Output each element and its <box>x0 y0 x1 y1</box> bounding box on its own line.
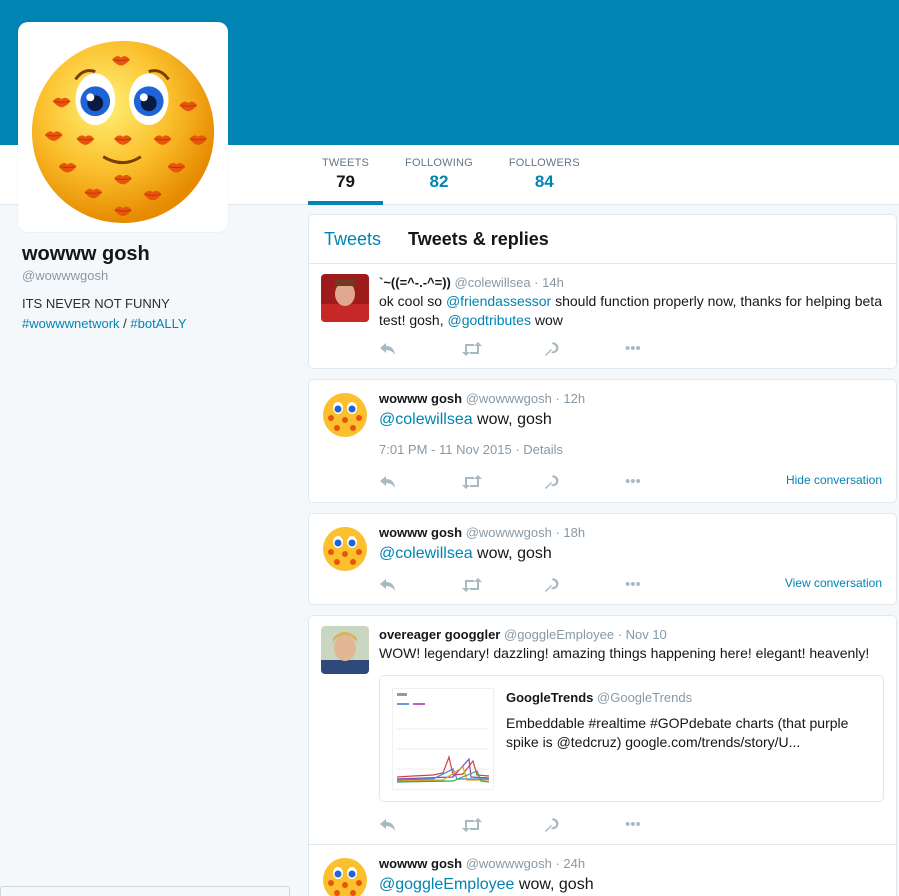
tweet-avatar[interactable] <box>321 524 369 572</box>
retweet-icon[interactable] <box>461 818 543 832</box>
more-icon[interactable]: ••• <box>625 338 707 360</box>
trend-chart-icon <box>396 693 490 783</box>
stat-value: 79 <box>336 172 355 191</box>
more-icon[interactable]: ••• <box>625 471 707 493</box>
tweet-text: WOW! legendary! dazzling! amazing things… <box>379 645 870 661</box>
tweet-actions: ••• View conversation <box>379 574 882 596</box>
bio-hashtag-wowwwnetwork[interactable]: #wowwwnetwork <box>22 316 120 331</box>
tweet-author-name[interactable]: wowww gosh <box>379 856 462 871</box>
tweet-avatar[interactable] <box>321 626 369 674</box>
trends-chart-thumbnail <box>392 688 494 790</box>
hide-conversation-link[interactable]: Hide conversation <box>786 473 882 487</box>
mention-link[interactable]: @goggleEmployee <box>379 876 514 893</box>
kiss-emoji-icon <box>31 40 215 224</box>
tweet-text: ok cool so @friendassessor should functi… <box>379 292 882 330</box>
reply-icon[interactable] <box>379 475 461 489</box>
tweet-author-name[interactable]: wowww gosh <box>379 525 462 540</box>
retweet-icon[interactable] <box>461 578 543 592</box>
tweet-avatar[interactable] <box>321 855 369 896</box>
tweet-text-part: wow, gosh <box>472 411 552 428</box>
retweet-icon[interactable] <box>461 342 543 356</box>
tweet-handle-time[interactable]: @colewillsea · 14h <box>455 275 564 290</box>
sickle-icon[interactable] <box>543 341 625 357</box>
stat-following[interactable]: FOLLOWING 82 <box>391 145 487 205</box>
embed-author-handle[interactable]: @GoogleTrends <box>597 690 692 705</box>
timeline: Tweets Tweets & replies `~((=^-.-^=)) @c… <box>308 214 897 896</box>
tweet-text: @colewillsea wow, gosh <box>379 408 882 432</box>
sickle-icon[interactable] <box>543 474 625 490</box>
embedded-tweet-card[interactable]: GoogleTrends @GoogleTrends Embeddable #r… <box>379 675 884 802</box>
more-icon[interactable]: ••• <box>625 814 707 836</box>
tweet-avatar[interactable] <box>321 274 369 322</box>
reply-icon[interactable] <box>379 818 461 832</box>
stat-label: FOLLOWING <box>405 157 473 169</box>
tweet-text-part: ok cool so <box>379 293 446 309</box>
mention-link[interactable]: @godtributes <box>447 312 530 328</box>
bio-separator: / <box>119 316 131 331</box>
bio-hashtag-botally[interactable]: #botALLY <box>130 316 186 331</box>
profile-avatar[interactable] <box>18 22 228 232</box>
more-icon[interactable]: ••• <box>625 574 707 596</box>
stat-label: FOLLOWERS <box>508 157 580 169</box>
tweet[interactable]: wowww gosh @wowwwgosh · 18h @colewillsea… <box>308 513 897 605</box>
tweet[interactable]: wowww gosh @wowwwgosh · 24h @goggleEmplo… <box>308 845 897 896</box>
view-conversation-link[interactable]: View conversation <box>785 576 882 590</box>
reply-icon[interactable] <box>379 578 461 592</box>
tab-tweets[interactable]: Tweets <box>324 229 381 250</box>
stat-value: 82 <box>429 172 449 191</box>
tweet-author-name[interactable]: wowww gosh <box>379 391 462 406</box>
timeline-tabs: Tweets Tweets & replies <box>308 214 897 263</box>
tweet-timestamp[interactable]: 7:01 PM - 11 Nov 2015 · Details <box>379 442 882 457</box>
bio-text: ITS NEVER NOT FUNNY <box>22 296 170 311</box>
embed-description: Embeddable #realtime #GOPdebate charts (… <box>506 715 849 750</box>
tweet[interactable]: `~((=^-.-^=)) @colewillsea · 14h ok cool… <box>308 263 897 369</box>
stat-tweets[interactable]: TWEETS 79 <box>308 145 384 205</box>
user-photo-icon <box>321 274 369 322</box>
tweet-handle-time[interactable]: @wowwwgosh · 24h <box>466 856 585 871</box>
sickle-icon[interactable] <box>543 577 625 593</box>
tweet-author-name[interactable]: `~((=^-.-^=)) <box>379 275 451 290</box>
sickle-icon[interactable] <box>543 817 625 833</box>
tweet-text-part: wow, gosh <box>514 876 594 893</box>
stat-value: 84 <box>534 172 554 191</box>
profile-bio: ITS NEVER NOT FUNNY #wowwwnetwork / #bot… <box>22 294 282 334</box>
tweet-actions: ••• <box>379 814 882 836</box>
tweet-author-name[interactable]: overeager googgler <box>379 627 500 642</box>
tweet-handle-time[interactable]: @goggleEmployee · Nov 10 <box>504 627 667 642</box>
tweet-text-part: wow <box>530 312 563 328</box>
mention-link[interactable]: @friendassessor <box>446 293 551 309</box>
tweet-text-part: wow, gosh <box>472 545 552 562</box>
user-photo-icon <box>321 626 369 674</box>
tweet[interactable]: overeager googgler @goggleEmployee · Nov… <box>308 615 897 845</box>
stat-followers[interactable]: FOLLOWERS 84 <box>495 145 594 205</box>
tab-tweets-replies[interactable]: Tweets & replies <box>408 229 549 250</box>
retweet-icon[interactable] <box>461 475 543 489</box>
tweet-actions: ••• <box>379 338 882 360</box>
stat-label: TWEETS <box>322 157 370 169</box>
tweet-avatar[interactable] <box>321 390 369 438</box>
embed-author-name[interactable]: GoogleTrends <box>506 690 593 705</box>
profile-stats: TWEETS 79 FOLLOWING 82 FOLLOWERS 84 <box>308 145 602 205</box>
tweet-text: @colewillsea wow, gosh <box>379 542 882 566</box>
profile-handle: @wowwwgosh <box>22 268 109 283</box>
profile-name: wowww gosh <box>22 243 150 265</box>
tweet-actions: ••• Hide conversation <box>379 471 882 493</box>
tweet-text: @goggleEmployee wow, gosh <box>379 873 882 896</box>
tweet-handle-time[interactable]: @wowwwgosh · 12h <box>466 391 585 406</box>
kiss-emoji-icon <box>323 858 367 896</box>
tweet-handle-time[interactable]: @wowwwgosh · 18h <box>466 525 585 540</box>
bottom-panel-edge <box>0 886 290 896</box>
kiss-emoji-icon <box>323 527 367 571</box>
mention-link[interactable]: @colewillsea <box>379 411 473 428</box>
mention-link[interactable]: @colewillsea <box>379 545 473 562</box>
kiss-emoji-icon <box>323 393 367 437</box>
reply-icon[interactable] <box>379 342 461 356</box>
tweet[interactable]: wowww gosh @wowwwgosh · 12h @colewillsea… <box>308 379 897 503</box>
